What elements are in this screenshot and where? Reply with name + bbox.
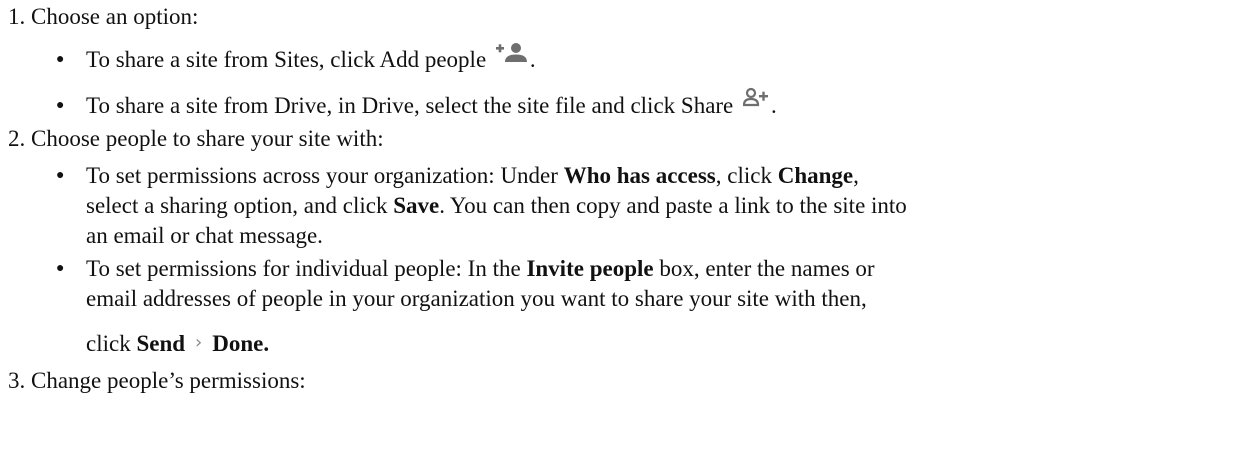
bullet-glyph: ● <box>56 168 65 183</box>
step-number: 3. <box>8 368 26 393</box>
bullet-glyph: ● <box>56 261 65 276</box>
ui-term-done: Done. <box>212 331 270 356</box>
step-title: Change people’s permissions: <box>31 368 306 393</box>
bullet-text: To share a site from Sites, click Add pe… <box>86 47 487 72</box>
step-1-bullet-2: To share a site from Drive, in Drive, se… <box>86 87 777 123</box>
text-run: an email or chat message. <box>86 223 323 248</box>
step-2-bullet-2-line-2: email addresses of people in your organi… <box>86 284 867 314</box>
step-1-bullet-1: To share a site from Sites, click Add pe… <box>86 42 536 77</box>
step-title: Choose an option: <box>31 4 199 29</box>
bullet-tail: . <box>529 47 536 72</box>
document-page: 1. Choose an option: ● To share a site f… <box>0 0 1258 456</box>
step-2-bullet-1-line-3: an email or chat message. <box>86 221 323 251</box>
step-3: 3. Change people’s permissions: <box>8 366 306 396</box>
text-run: . You can then copy and paste a link to … <box>439 193 907 218</box>
ui-term-who-has-access: Who has access <box>563 163 716 188</box>
text-run: select a sharing option, and click <box>86 193 394 218</box>
ui-term-invite-people: Invite people <box>526 256 654 281</box>
chevron-right-icon: › <box>195 332 203 353</box>
step-2-bullet-1-line-2: select a sharing option, and click Save.… <box>86 191 907 221</box>
add-person-icon <box>495 42 530 72</box>
bullet-text: To share a site from Drive, in Drive, se… <box>86 93 734 118</box>
text-run: box, enter the names or <box>653 256 875 281</box>
step-1: 1. Choose an option: <box>8 2 198 32</box>
step-2-bullet-2-line-1: To set permissions for individual people… <box>86 254 875 284</box>
step-2-bullet-1-line-1: To set permissions across your organizat… <box>86 161 859 191</box>
step-number: 1. <box>8 4 26 29</box>
share-person-add-icon <box>742 87 771 117</box>
bullet-glyph: ● <box>56 52 65 67</box>
bullet-tail: . <box>771 93 777 118</box>
ui-term-send: Send <box>136 331 186 356</box>
bullet-glyph: ● <box>56 98 65 113</box>
text-run: email addresses of people in your organi… <box>86 286 867 311</box>
text-run: To set permissions for individual people… <box>86 256 527 281</box>
text-run: , <box>853 163 859 188</box>
ui-term-change: Change <box>777 163 854 188</box>
step-2: 2. Choose people to share your site with… <box>8 124 384 154</box>
step-title: Choose people to share your site with: <box>31 126 384 151</box>
step-2-bullet-2-line-3: click Send › Done. <box>86 329 269 361</box>
text-run: click <box>86 331 137 356</box>
ui-term-save: Save <box>393 193 440 218</box>
step-number: 2. <box>8 126 26 151</box>
text-run: To set permissions across your organizat… <box>86 163 564 188</box>
text-run: , click <box>715 163 778 188</box>
